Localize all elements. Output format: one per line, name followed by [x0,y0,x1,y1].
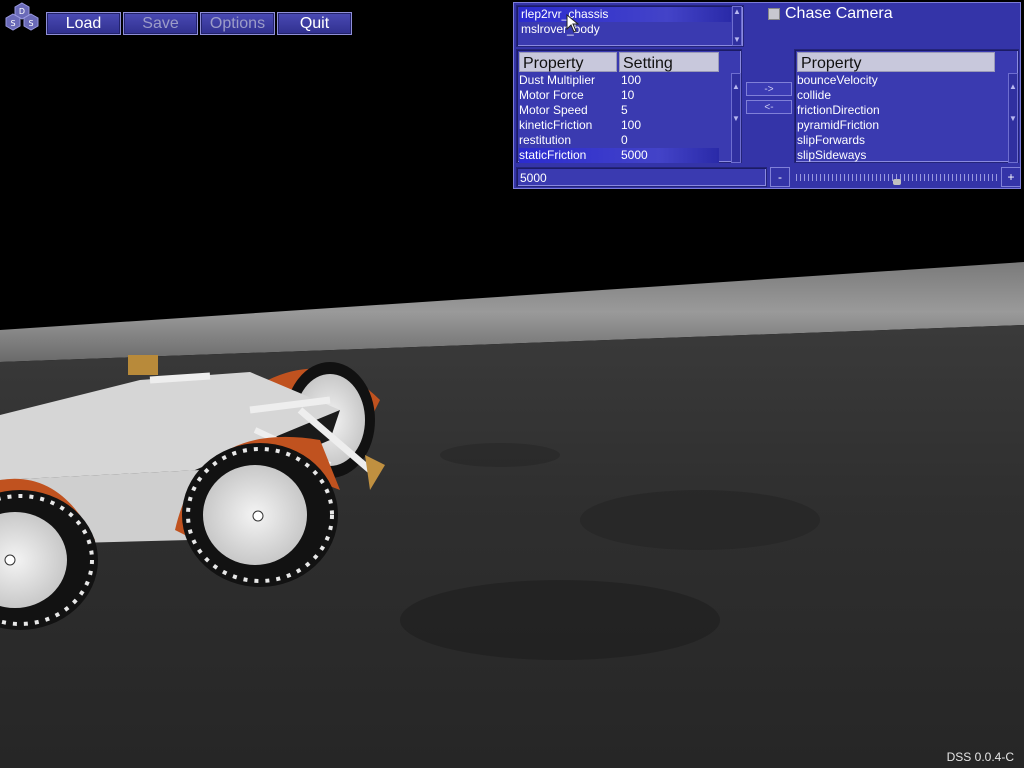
object-list[interactable]: rlep2rvr_chassis mslrover_body [516,5,744,47]
property-value: 0 [621,133,628,147]
property-value: 100 [621,73,642,87]
property-name: Dust Multiplier [519,73,596,87]
save-button[interactable]: Save [123,12,198,35]
logo-letter-s1: S [10,19,15,28]
object-list-item[interactable]: mslrover_body [521,22,600,37]
property-panel: rlep2rvr_chassis mslrover_body ▲ ▼ Chase… [513,2,1021,189]
property-value: 5000 [621,148,648,162]
property-setting-table: Property Setting Dust Multiplier 100 Mot… [516,49,742,163]
dss-logo: D S S [5,2,39,31]
column-header-property[interactable]: Property [797,52,995,72]
scroll-down-icon[interactable]: ▼ [733,35,741,45]
table-row[interactable]: Motor Speed 5 [519,103,723,118]
slider-thumb[interactable] [893,179,901,185]
list-item[interactable]: collide [797,88,831,103]
object-list-scrollbar[interactable]: ▲ ▼ [732,6,742,46]
increment-button[interactable]: + [1001,167,1021,187]
chase-camera-label: Chase Camera [785,5,893,22]
add-property-button[interactable]: -> [746,82,792,96]
table-row[interactable]: kineticFriction 100 [519,118,723,133]
table-row[interactable]: Motor Force 10 [519,88,723,103]
column-header-setting[interactable]: Setting [619,52,719,72]
remove-property-button[interactable]: <- [746,100,792,114]
list-item[interactable]: bounceVelocity [797,73,878,88]
scroll-up-icon[interactable]: ▲ [733,7,741,17]
load-button[interactable]: Load [46,12,121,35]
property-name: staticFriction [519,148,587,162]
available-property-table: Property bounceVelocity collide friction… [794,49,1019,163]
property-value: 100 [621,118,642,132]
table-row-selected[interactable]: staticFriction 5000 [519,148,719,163]
property-name: kineticFriction [519,118,593,132]
property-value: 10 [621,88,635,102]
list-item[interactable]: frictionDirection [797,103,880,118]
scroll-down-icon[interactable]: ▼ [1009,114,1017,124]
scroll-up-icon[interactable]: ▲ [1009,82,1017,92]
property-name: restitution [519,133,572,147]
options-button[interactable]: Options [200,12,275,35]
table-row[interactable]: restitution 0 [519,133,723,148]
table-row[interactable]: Dust Multiplier 100 [519,73,723,88]
property-name: Motor Force [519,88,584,102]
column-header-property[interactable]: Property [519,52,617,72]
property-name: Motor Speed [519,103,588,117]
mouse-cursor-icon [566,14,580,33]
chase-camera-checkbox[interactable] [768,8,780,20]
property-value: 5 [621,103,628,117]
quit-button[interactable]: Quit [277,12,352,35]
logo-letter-d: D [19,7,25,16]
list-item[interactable]: slipForwards [797,133,865,148]
available-table-scrollbar[interactable]: ▲ ▼ [1008,73,1018,163]
property-table-scrollbar[interactable]: ▲ ▼ [731,73,741,163]
object-list-item-selected[interactable]: rlep2rvr_chassis [519,7,731,22]
list-item[interactable]: slipSideways [797,148,866,163]
logo-letter-s2: S [28,19,33,28]
scroll-down-icon[interactable]: ▼ [732,114,740,124]
top-menu-bar: Load Save Options Quit [46,12,352,35]
list-item[interactable]: pyramidFriction [797,118,879,133]
version-label: DSS 0.0.4-C [946,750,1014,764]
scroll-up-icon[interactable]: ▲ [732,82,740,92]
decrement-button[interactable]: - [770,167,790,187]
value-input[interactable]: 5000 [516,167,767,187]
